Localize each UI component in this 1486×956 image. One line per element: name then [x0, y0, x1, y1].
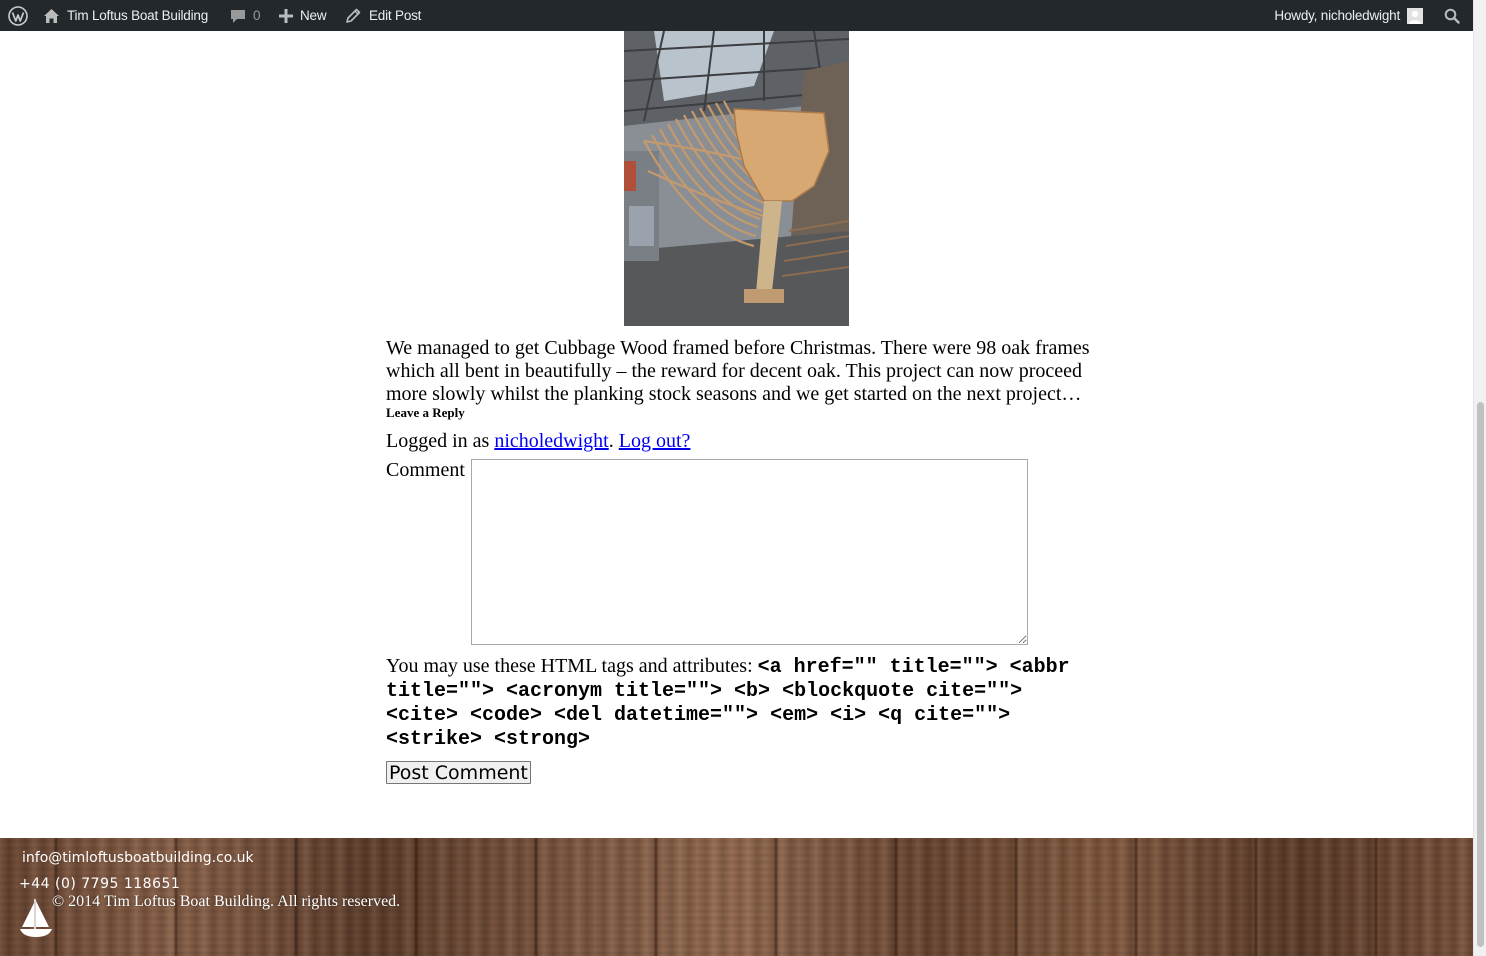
allowed-tags-note: You may use these HTML tags and attribut…	[386, 655, 1096, 751]
username-link[interactable]: nicholedwight	[494, 430, 608, 452]
avatar	[1407, 7, 1423, 24]
footer-phone: +44 (0) 7795 118651	[19, 876, 181, 892]
comment-textarea[interactable]	[471, 459, 1028, 645]
footer-email-link[interactable]: info@timloftusboatbuilding.co.uk	[22, 850, 254, 866]
comment-field-row: Comment	[386, 459, 1096, 645]
edit-post-link[interactable]: Edit Post	[346, 0, 421, 31]
boat-frames-photo	[624, 31, 849, 326]
logged-in-prefix: Logged in as	[386, 430, 495, 452]
logout-link[interactable]: Log out?	[619, 430, 691, 452]
post-image	[624, 31, 849, 326]
site-name-link[interactable]: Tim Loftus Boat Building	[43, 0, 208, 31]
new-label: New	[300, 8, 327, 23]
comment-label: Comment	[386, 459, 465, 481]
search-button[interactable]	[1444, 0, 1460, 31]
allowed-tags-prefix: You may use these HTML tags and attribut…	[386, 655, 758, 677]
post-text: We managed to get Cubbage Wood framed be…	[386, 337, 1090, 405]
search-icon	[1444, 8, 1460, 24]
page-scrollbar[interactable]	[1473, 0, 1486, 956]
pencil-icon	[346, 8, 361, 23]
comments-link[interactable]: 0	[230, 0, 261, 31]
reply-title: Leave a Reply	[386, 405, 465, 420]
wordpress-menu[interactable]	[8, 0, 28, 31]
scrollbar-thumb[interactable]	[1477, 402, 1484, 947]
edit-post-label: Edit Post	[369, 8, 422, 23]
site-footer: info@timloftusboatbuilding.co.uk +44 (0)…	[0, 838, 1473, 956]
plus-icon	[279, 8, 293, 23]
admin-bar: Tim Loftus Boat Building 0 New Edit Post…	[0, 0, 1473, 31]
my-account-menu[interactable]: Howdy, nicholedwight	[1274, 0, 1423, 31]
comments-count: 0	[253, 8, 261, 23]
separator-text: .	[608, 430, 619, 452]
new-content-menu[interactable]: New	[279, 0, 327, 31]
post-content: We managed to get Cubbage Wood framed be…	[386, 337, 1096, 785]
footer-copyright: © 2014 Tim Loftus Boat Building. All rig…	[52, 893, 401, 910]
sailboat-logo-icon	[19, 897, 53, 944]
howdy-label: Howdy, nicholedwight	[1274, 8, 1400, 23]
post-comment-button[interactable]: Post Comment	[386, 761, 531, 784]
home-icon	[43, 8, 60, 24]
wordpress-logo-icon	[8, 5, 28, 26]
comment-bubble-icon	[230, 8, 246, 24]
site-name-label: Tim Loftus Boat Building	[67, 8, 209, 23]
logged-in-notice: Logged in as nicholedwight. Log out?	[386, 430, 1096, 453]
